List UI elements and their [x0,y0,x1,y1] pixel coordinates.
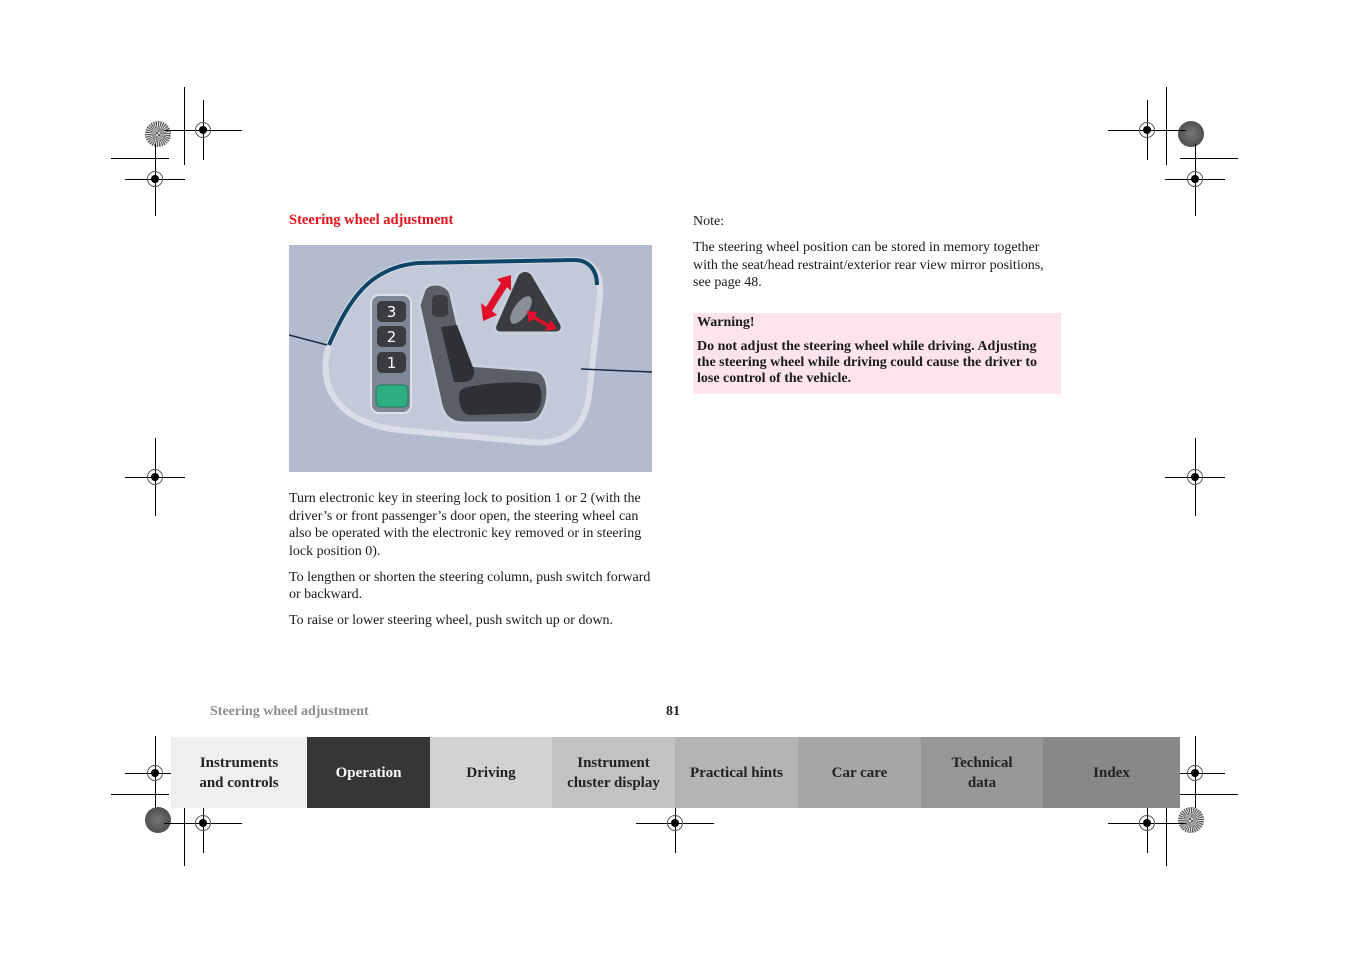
memory-control-illustration: 3 2 1 [289,245,652,472]
crop-line [111,158,169,159]
registration-rosette-icon [1178,121,1204,147]
crop-line [184,808,185,866]
section-heading: Steering wheel adjustment [289,212,454,228]
nav-tab-operation[interactable]: Operation [307,737,430,808]
memory-button-label: 2 [387,328,397,346]
crop-line [1180,794,1238,795]
memory-button-label: 3 [387,303,397,321]
crop-line [1180,158,1238,159]
note-section: Note: The steering wheel position can be… [693,213,1061,300]
crop-line [1166,87,1167,165]
memory-set-button [375,384,409,408]
instruction-paragraph: To raise or lower steering wheel, push s… [289,613,614,628]
nav-tab-instrument-cluster-display[interactable]: Instrument cluster display [552,737,675,808]
registration-rosette-icon [1178,807,1204,833]
warning-text: Do not adjust the steering wheel while d… [697,339,1037,386]
nav-tab-car-care[interactable]: Car care [798,737,921,808]
memory-button-label: 1 [387,354,397,372]
seat-control-panel-drawing: 3 2 1 [289,256,652,446]
nav-tab-technical-data[interactable]: Technical data [921,737,1043,808]
footer-section-title: Steering wheel adjustment [210,704,369,719]
nav-tab-instruments-and-controls[interactable]: Instruments and controls [171,737,307,808]
nav-tab-index[interactable]: Index [1043,737,1180,808]
nav-tab-practical-hints[interactable]: Practical hints [675,737,798,808]
registration-rosette-icon [145,121,171,147]
crop-line [1166,808,1167,866]
instruction-paragraph: To lengthen or shorten the steering colu… [289,569,651,603]
crop-line [184,87,185,165]
warning-title: Warning! [697,315,755,330]
warning-box: Warning! Do not adjust the steering whee… [693,313,1061,394]
instructions-text: Turn electronic key in steering lock to … [289,490,659,638]
crop-line [111,794,169,795]
chapter-nav: Instruments and controls Operation Drivi… [171,737,1180,808]
instruction-paragraph: Turn electronic key in steering lock to … [289,491,642,559]
seat-cushion-switch [459,382,542,415]
note-label: Note: [693,214,725,229]
head-restraint-switch [432,295,448,317]
registration-rosette-icon [145,807,171,833]
nav-tab-driving[interactable]: Driving [430,737,552,808]
note-text: The steering wheel position can be store… [693,240,1044,290]
page-number: 81 [666,704,680,719]
panel-seam-line [289,334,328,346]
